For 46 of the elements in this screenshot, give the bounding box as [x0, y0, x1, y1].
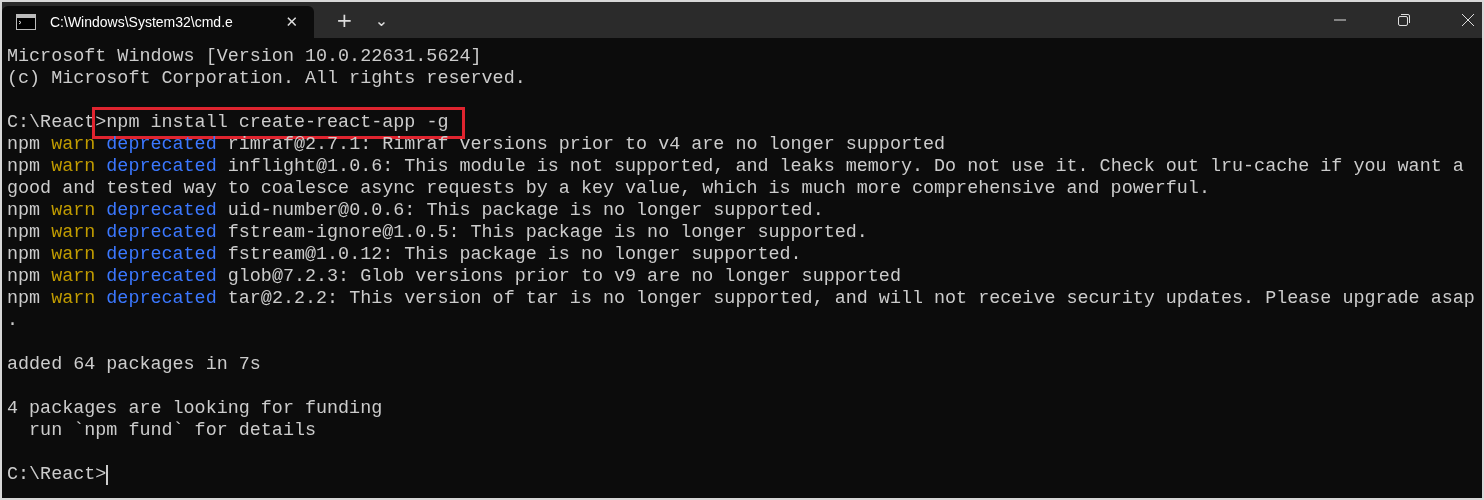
deprecated-label: deprecated — [106, 244, 217, 266]
deprecated-label: deprecated — [106, 222, 217, 244]
deprecated-label: deprecated — [106, 266, 217, 288]
restore-icon[interactable] — [1398, 14, 1410, 26]
warn-label: warn — [51, 156, 96, 178]
deprecated-label: deprecated — [106, 134, 217, 156]
new-tab-button[interactable]: + — [324, 2, 365, 38]
output-text: run `npm fund` for details — [28, 420, 316, 442]
output-text: (c) Microsoft Corporation. All rights reserved. — [7, 68, 526, 90]
close-tab-button[interactable]: ✕ — [279, 13, 304, 31]
output-text: glob@7.2.3: Glob versions prior to v9 are no longer supported — [227, 266, 901, 288]
output-text: C:\React> — [7, 464, 107, 486]
text-cursor — [106, 465, 109, 485]
output-text: npm — [7, 134, 41, 156]
command-text: >npm install create-react-app -g — [95, 110, 463, 136]
output-text: tar@2.2.2: This version of tar is no longer supported, and will not receive security updates. Please upgrade asap — [227, 288, 1475, 310]
output-text: npm — [7, 288, 41, 310]
output-text: npm — [7, 200, 41, 222]
warn-label: warn — [51, 134, 96, 156]
output-text: C:\React — [7, 112, 96, 134]
warn-label: warn — [51, 288, 96, 310]
output-text: uid-number@0.0.6: This package is no longer supported. — [227, 200, 824, 222]
output-text: added 64 packages in 7s — [7, 354, 261, 376]
output-text: good and tested way to coalesce async requests by a key value, which is much more comprehensive and powerful. — [7, 178, 1210, 200]
output-text: Microsoft Windows [Version 10.0.22631.5624] — [7, 46, 482, 68]
close-icon[interactable] — [1462, 14, 1474, 26]
dropdown-button[interactable]: ⌄ — [364, 2, 399, 38]
output-text: rimraf@2.7.1: Rimraf versions prior to v4 are no longer supported — [227, 134, 946, 156]
output-text: fstream-ignore@1.0.5: This package is no longer supported. — [227, 222, 868, 244]
deprecated-label: deprecated — [106, 288, 217, 310]
output-text: fstream@1.0.12: This package is no longer supported. — [227, 244, 802, 266]
warn-label: warn — [51, 222, 96, 244]
warn-label: warn — [51, 244, 96, 266]
output-text: npm — [7, 266, 41, 288]
terminal-icon — [16, 14, 36, 30]
warn-label: warn — [51, 266, 96, 288]
deprecated-label: deprecated — [106, 156, 217, 178]
output-text: npm — [7, 222, 41, 244]
tab-title[interactable]: C:\Windows\System32\cmd.e — [50, 14, 280, 30]
deprecated-label: deprecated — [106, 200, 217, 222]
output-text: npm — [7, 244, 41, 266]
warn-label: warn — [51, 200, 96, 222]
output-text: inflight@1.0.6: This module is not supported, and leaks memory. Do not use it. Check out lru-cache if you want a — [227, 156, 1464, 178]
output-text: . — [7, 310, 19, 332]
output-text: npm — [7, 156, 41, 178]
output-text: 4 packages are looking for funding — [7, 398, 383, 420]
